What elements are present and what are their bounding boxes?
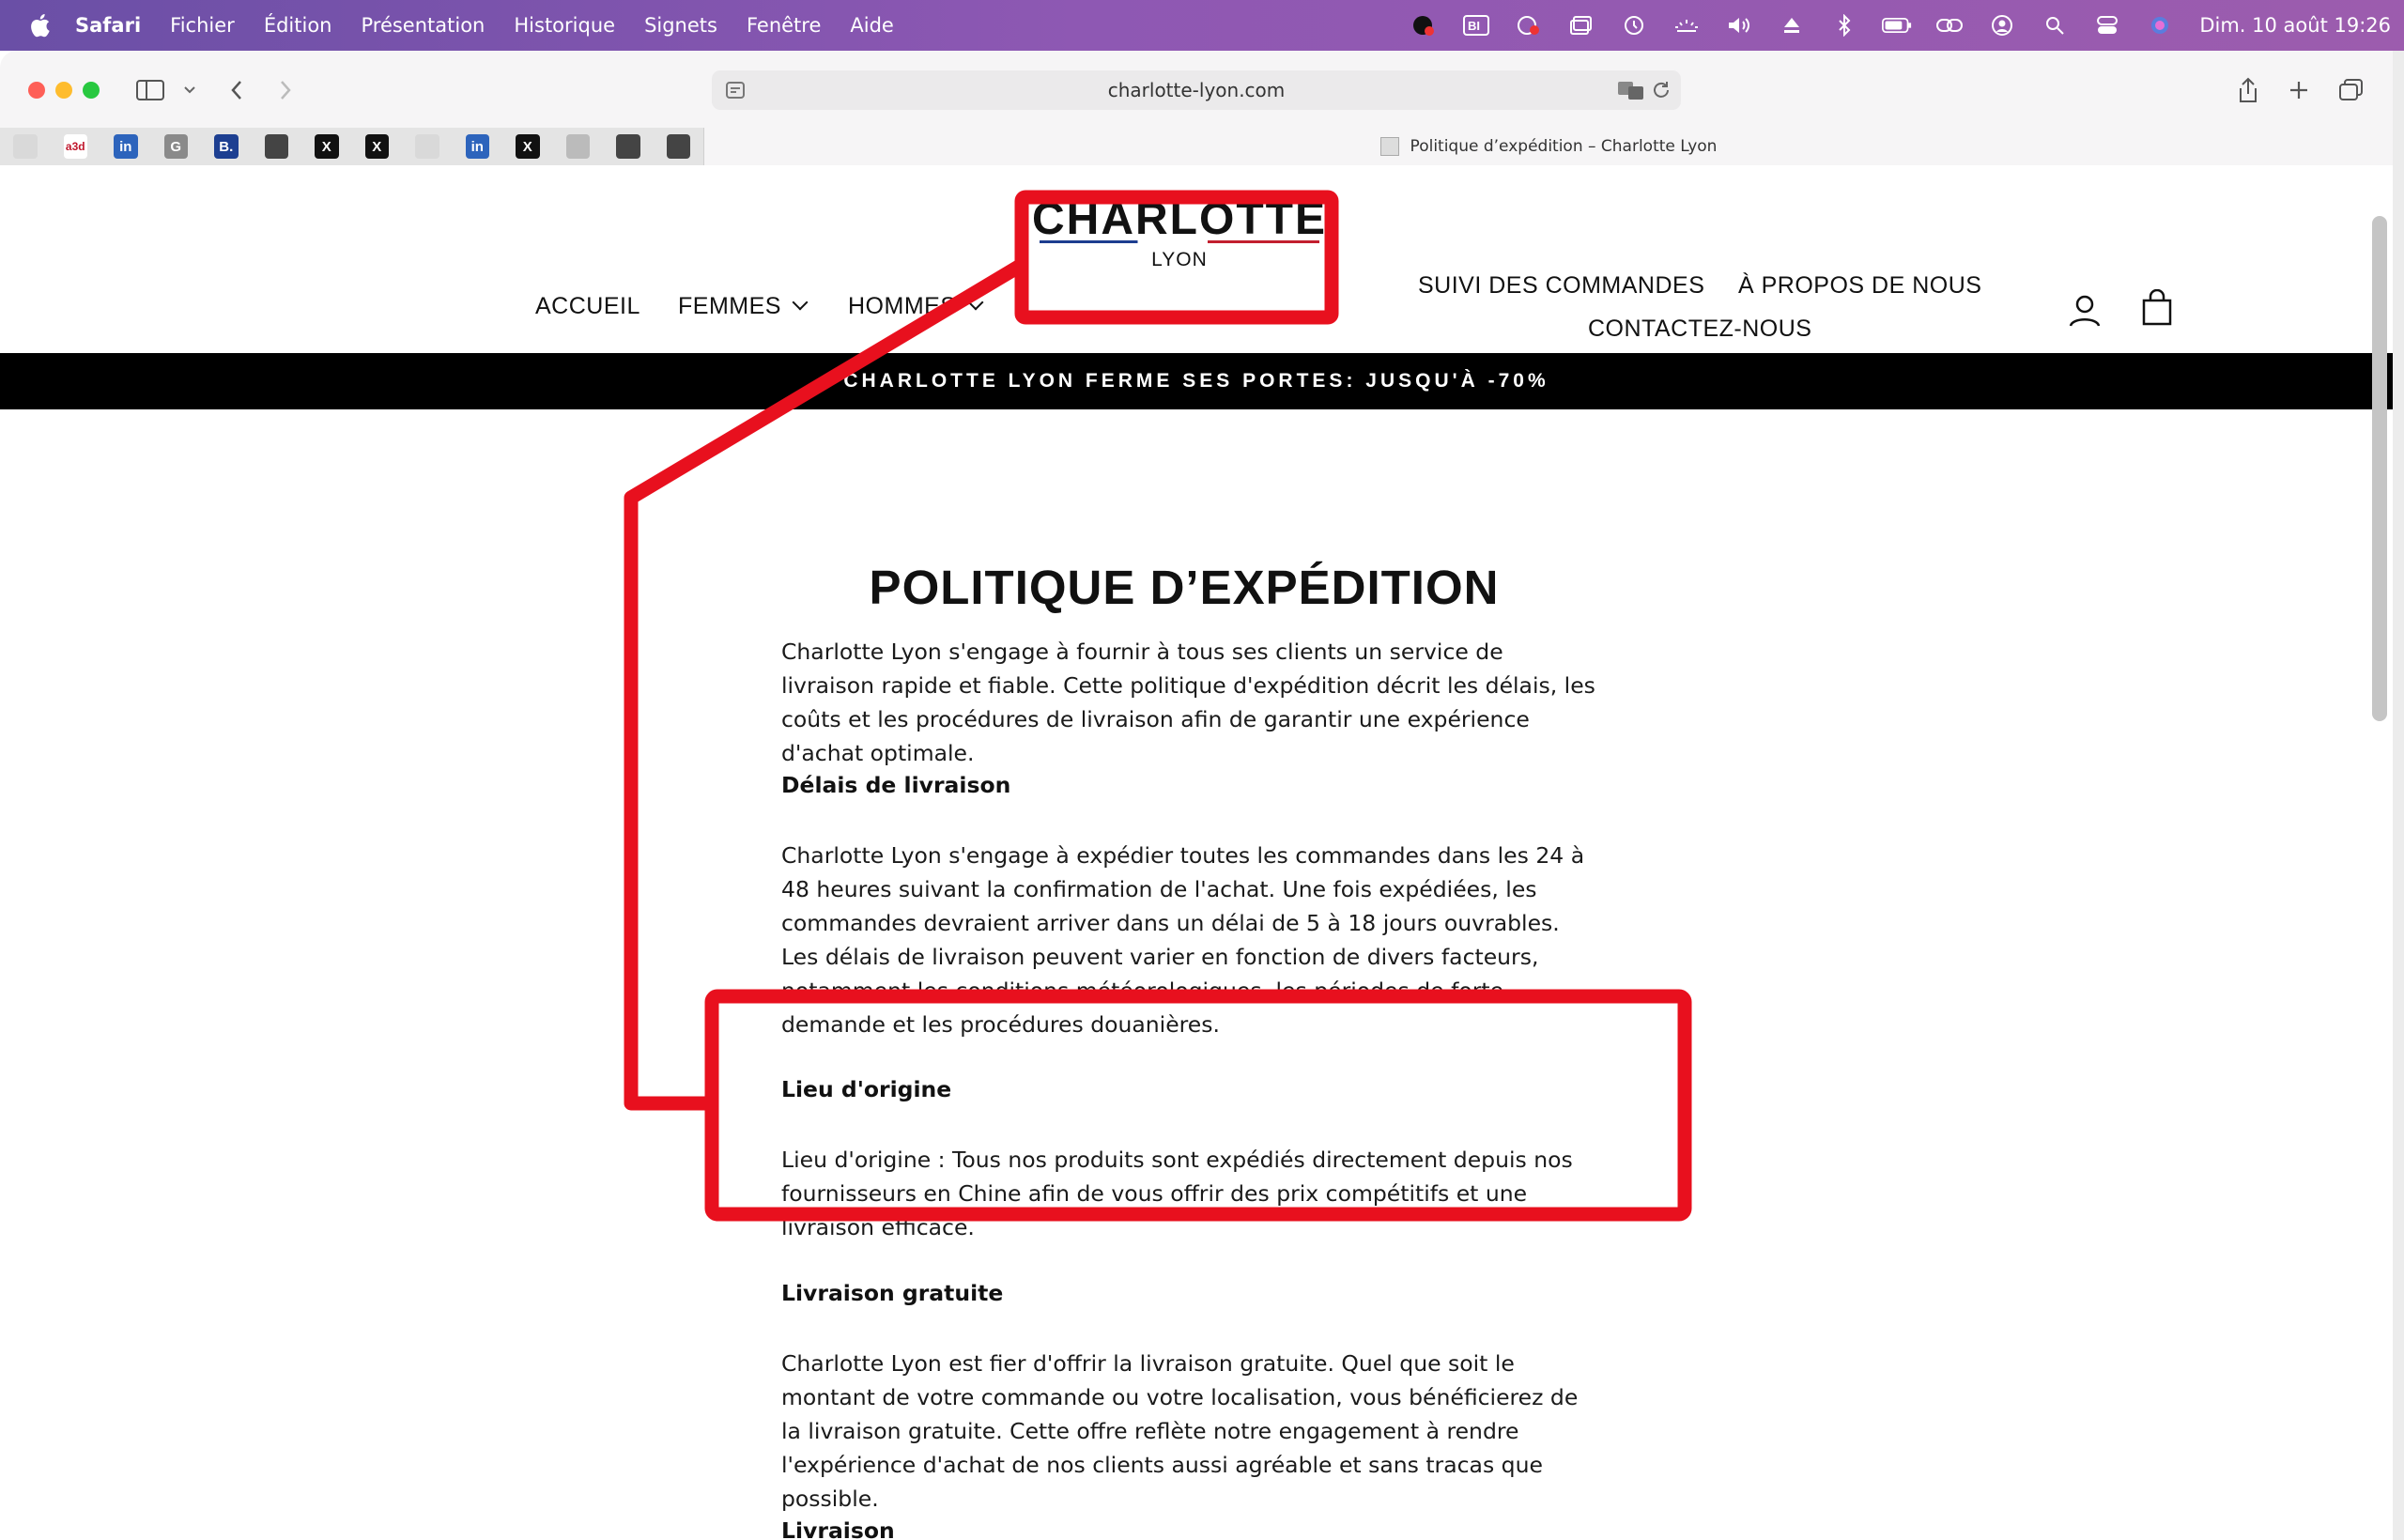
nav-contact[interactable]: CONTACTEZ-NOUS xyxy=(1588,316,1811,343)
user-icon[interactable] xyxy=(1987,13,2017,38)
macos-menubar: Safari Fichier Édition Présentation Hist… xyxy=(0,0,2404,51)
menu-fenetre[interactable]: Fenêtre xyxy=(747,14,821,37)
menu-presentation[interactable]: Présentation xyxy=(361,14,485,37)
menu-aide[interactable]: Aide xyxy=(850,14,893,37)
volume-icon[interactable] xyxy=(1724,13,1754,38)
reload-icon[interactable] xyxy=(1651,80,1672,100)
pinned-tab-x[interactable]: X xyxy=(315,134,339,159)
nav-accueil[interactable]: ACCUEIL xyxy=(535,293,640,320)
logo-main-text: CHARLOTTE xyxy=(1032,194,1327,244)
close-window-button[interactable] xyxy=(28,82,45,99)
apple-menu-icon[interactable] xyxy=(28,13,51,38)
back-icon[interactable] xyxy=(222,75,252,105)
section-heading: Délais de livraison xyxy=(781,772,1011,798)
search-icon[interactable] xyxy=(2040,13,2070,38)
nav-hommes[interactable]: HOMMES xyxy=(848,293,983,320)
menubar-clock[interactable]: Dim. 10 août 19:26 xyxy=(2199,14,2391,37)
pinned-tab-profile[interactable] xyxy=(666,134,690,159)
safari-window: charlotte-lyon.com a3d in G B. X Xin X Politiq… xyxy=(0,51,2393,1540)
bluetooth-icon[interactable] xyxy=(1829,13,1859,38)
eject-icon[interactable] xyxy=(1777,13,1807,38)
timemachine-icon[interactable] xyxy=(1619,13,1649,38)
nav-femmes-label: FEMMES xyxy=(678,293,781,319)
pinned-tab-2[interactable] xyxy=(415,134,439,159)
menu-historique[interactable]: Historique xyxy=(514,14,615,37)
account-icon[interactable] xyxy=(2066,292,2104,330)
brightness-icon[interactable] xyxy=(1672,13,1702,38)
logo-sub-text: LYON xyxy=(1151,249,1208,270)
pinned-tab-3[interactable] xyxy=(565,134,590,159)
nav-a-propos[interactable]: À PROPOS DE NOUS xyxy=(1738,272,1981,300)
active-tab-title: Politique d’expédition – Charlotte Lyon xyxy=(1410,137,1718,156)
section-heading: Livraison xyxy=(781,1517,895,1540)
window-icon[interactable] xyxy=(1566,13,1596,38)
status-area: BI Dim. 10 août 19:26 xyxy=(1386,0,2404,51)
control-center-icon[interactable] xyxy=(2092,13,2122,38)
site-header: ACCUEIL FEMMES HOMMES CHARLOTTE LYON SUI… xyxy=(0,165,2393,353)
nav-femmes[interactable]: FEMMES xyxy=(678,293,809,320)
chevron-down-icon[interactable] xyxy=(175,75,205,105)
address-bar[interactable]: charlotte-lyon.com xyxy=(712,70,1681,110)
app-icon[interactable] xyxy=(1409,13,1439,38)
section-heading: Lieu d'origine xyxy=(781,1076,952,1102)
page-title: POLITIQUE D’EXPÉDITION xyxy=(869,561,1500,614)
tab-bar: a3d in G B. X Xin X Politique d’expédition – C… xyxy=(0,128,2393,165)
pinned-tab-x[interactable]: X xyxy=(516,134,540,159)
chevron-down-icon xyxy=(792,294,809,311)
pinned-tab-profile[interactable] xyxy=(616,134,640,159)
section-body: Charlotte Lyon s'engage à expédier toute… xyxy=(781,842,1585,1038)
promo-banner[interactable]: CHARLOTTE LYON FERME SES PORTES: JUSQU'À… xyxy=(0,353,2393,409)
menu-app-safari[interactable]: Safari xyxy=(75,14,141,37)
svg-text:BI: BI xyxy=(1468,19,1480,33)
pinned-tab-1[interactable] xyxy=(13,134,38,159)
battery-icon[interactable] xyxy=(1882,13,1912,38)
cart-icon[interactable] xyxy=(2138,289,2176,327)
pinned-tab-a3d[interactable]: a3d xyxy=(63,134,87,159)
pinned-tab-b[interactable]: B. xyxy=(214,134,239,159)
safari-toolbar: charlotte-lyon.com xyxy=(0,51,2393,128)
intro-paragraph: Charlotte Lyon s'engage à fournir à tous… xyxy=(781,639,1595,766)
cloud-icon[interactable] xyxy=(1514,13,1544,38)
siri-icon[interactable] xyxy=(2145,13,2175,38)
menu-fichier[interactable]: Fichier xyxy=(170,14,235,37)
bi-icon[interactable]: BI xyxy=(1461,13,1491,38)
pinned-tab-x[interactable]: X xyxy=(364,134,389,159)
share-icon[interactable] xyxy=(2233,75,2263,105)
background-window-edge xyxy=(2393,51,2404,1540)
pinned-tab-profile[interactable] xyxy=(264,134,288,159)
tab-overview-icon[interactable] xyxy=(2336,75,2366,105)
nav-hommes-label: HOMMES xyxy=(848,293,957,319)
site-settings-icon[interactable] xyxy=(725,80,746,100)
url-text[interactable]: charlotte-lyon.com xyxy=(1108,79,1286,101)
forward-icon[interactable] xyxy=(270,75,300,105)
sidebar-toggle-icon[interactable] xyxy=(135,75,165,105)
pinned-tab-linkedin[interactable]: in xyxy=(114,134,138,159)
pinned-tabs: a3d in G B. X Xin X xyxy=(0,128,704,165)
site-logo[interactable]: CHARLOTTE LYON xyxy=(1024,184,1335,295)
section-heading: Livraison gratuite xyxy=(781,1280,1004,1306)
section-body: Charlotte Lyon est fier d'offrir la livr… xyxy=(781,1350,1579,1512)
section-body: Lieu d'origine : Tous nos produits sont … xyxy=(781,1147,1573,1240)
pinned-tab-g[interactable]: G xyxy=(163,134,188,159)
pinned-tab-linkedin[interactable]: in xyxy=(465,134,489,159)
page-scrollbar[interactable] xyxy=(2372,216,2387,721)
new-tab-icon[interactable] xyxy=(2284,75,2314,105)
minimize-window-button[interactable] xyxy=(55,82,72,99)
zoom-window-button[interactable] xyxy=(83,82,100,99)
nav-suivi-commandes[interactable]: SUIVI DES COMMANDES xyxy=(1418,272,1704,300)
link-icon[interactable] xyxy=(1934,13,1965,38)
nav-accueil-label: ACCUEIL xyxy=(535,293,640,319)
menu-signets[interactable]: Signets xyxy=(644,14,717,37)
active-tab[interactable]: Politique d’expédition – Charlotte Lyon xyxy=(704,128,2393,165)
menu-edition[interactable]: Édition xyxy=(264,14,332,37)
chevron-down-icon xyxy=(967,294,983,311)
translate-icon[interactable] xyxy=(1617,80,1645,100)
favicon-icon xyxy=(1379,137,1399,156)
